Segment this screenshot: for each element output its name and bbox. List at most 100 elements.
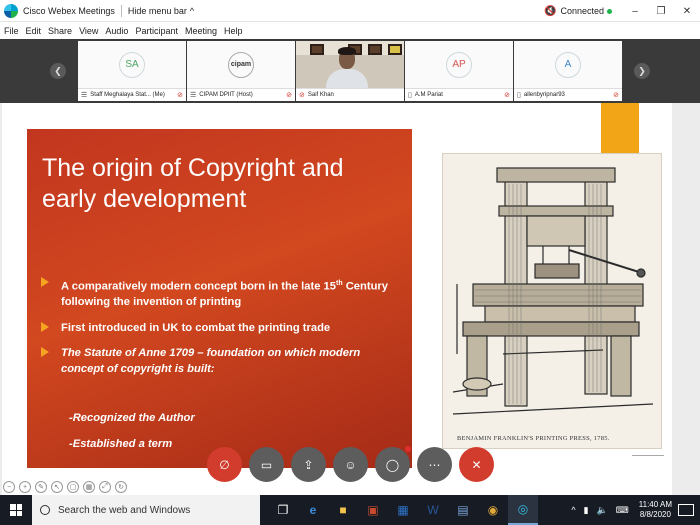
rotate-icon[interactable]: ↻ [115,481,127,493]
calculator-icon[interactable]: ▦ [388,495,418,525]
menu-file[interactable]: File [4,26,19,36]
bullet-text: The Statute of Anne 1709 – foundation on… [61,347,361,375]
mic-muted-icon: ⊘ [177,92,183,99]
participant-strip: ❮ SA ☰ Staff Meghalaya Stat... (Me) ⊘ cipa… [0,39,700,103]
title-separator [120,4,122,17]
keyboard-icon[interactable]: ⌨ [616,505,629,516]
chevron-up-icon[interactable]: ^ [571,505,575,515]
chevron-left-icon: ❮ [54,65,62,76]
slide-bullet: A comparatively modern concept born in t… [41,276,391,311]
bullet-text: First introduced in UK to combat the pri… [61,321,331,334]
participant-name: CIPAM DPIIT (Host) [199,92,253,98]
share-icon: ⇪ [303,457,314,472]
clock[interactable]: 11:40 AM 8/8/2020 [639,500,672,520]
slide-bullet: First introduced in UK to combat the pri… [41,321,391,337]
menu-share[interactable]: Share [48,26,72,36]
participant-tile[interactable]: A ▯ allenbyripnar93 ⊘ [514,41,622,101]
participant-name: A.M Pariat [414,92,443,98]
connection-status: Connected [560,6,604,16]
chevron-right-icon: ❯ [638,65,646,76]
participant-video-tile[interactable]: ⊘ Saif Khan [296,41,404,101]
menu-participant[interactable]: Participant [135,26,178,36]
chat-notification-badge [405,446,411,452]
shared-content-area: The origin of Copyright and early develo… [0,103,700,495]
phone-icon: ▯ [408,92,412,99]
menu-help[interactable]: Help [224,26,243,36]
sub-point: -Recognized the Author [69,412,195,424]
task-view-icon[interactable]: ❐ [268,495,298,525]
mic-muted-icon: ⊘ [286,92,292,99]
fullscreen-icon[interactable]: ⤢ [99,481,111,493]
zoom-in-icon[interactable]: + [19,481,31,493]
unmute-button[interactable]: ∅ [207,447,242,482]
search-icon [40,505,50,515]
participant-tile[interactable]: cipam ☰ CIPAM DPIIT (Host) ⊘ [187,41,295,101]
start-video-button[interactable]: ▭ [249,447,284,482]
microphone-muted-icon: 🔇 [544,5,557,17]
chevron-up-icon: ^ [189,5,195,16]
system-tray: ^ ▮ 🔈 ⌨ 11:40 AM 8/8/2020 [567,495,700,525]
menu-bar: File Edit Share View Audio Participant M… [0,22,700,39]
photos-icon[interactable]: ▤ [448,495,478,525]
hide-menu-bar-button[interactable]: Hide menu bar ^ [128,6,194,16]
strip-next-button[interactable]: ❯ [634,63,650,79]
clock-time: 11:40 AM [638,500,672,509]
participant-name: Staff Meghalaya Stat... (Me) [90,92,165,98]
participant-tile[interactable]: AP ▯ A.M Pariat ⊘ [405,41,513,101]
webex-logo-icon [4,3,18,18]
chrome-icon[interactable]: ◉ [478,495,508,525]
bullet-arrow-icon [41,347,49,358]
clock-date: 8/8/2020 [639,510,671,519]
bullet-superscript: th [336,280,343,287]
strip-prev-button[interactable]: ❮ [50,63,66,79]
menu-view[interactable]: View [79,26,98,36]
network-icon[interactable]: ▮ [584,505,589,516]
restore-button[interactable]: ❐ [648,6,674,17]
volume-icon[interactable]: 🔈 [597,505,608,516]
menu-edit[interactable]: Edit [26,26,42,36]
chat-button[interactable]: ◯ [375,446,411,482]
presentation-slide: The origin of Copyright and early develo… [2,103,672,495]
bullet-arrow-icon [41,321,49,332]
menu-meeting[interactable]: Meeting [185,26,217,36]
menu-audio[interactable]: Audio [105,26,128,36]
grid-icon[interactable]: ▦ [83,481,95,493]
zoom-out-icon[interactable]: − [3,481,15,493]
webex-taskbar-icon[interactable]: ◎ [508,495,538,525]
minimize-button[interactable]: – [622,6,648,17]
search-placeholder: Search the web and Windows [58,504,191,516]
share-content-button[interactable]: ⇪ [291,447,326,482]
slide-title: The origin of Copyright and early develo… [42,154,344,213]
avatar: AP [446,51,472,78]
leave-meeting-button[interactable]: ✕ [459,447,494,482]
participant-name: allenbyripnar93 [523,92,565,98]
edge-browser-icon[interactable]: e [298,495,328,525]
video-camera-off-icon: ▭ [260,457,273,472]
participant-tile[interactable]: SA ☰ Staff Meghalaya Stat... (Me) ⊘ [78,41,186,101]
annotation-tools: − + ✎ ↖ ▢ ▦ ⤢ ↻ [3,481,127,493]
fit-icon[interactable]: ▢ [67,481,79,493]
file-explorer-icon[interactable]: ■ [328,495,358,525]
phone-icon: ▯ [517,92,521,99]
powerpoint-icon[interactable]: ▣ [358,495,388,525]
connected-indicator-icon [607,8,612,14]
annotate-icon[interactable]: ✎ [35,481,47,493]
taskbar-search[interactable]: Search the web and Windows [32,495,260,525]
mic-muted-icon: ⊘ [504,92,510,99]
action-center-icon[interactable] [678,504,694,516]
person-icon: ☺ [344,457,357,472]
close-icon: ✕ [471,457,482,472]
more-dots-icon: ⋯ [428,457,441,472]
participants-button[interactable]: ☺ [333,447,368,482]
start-button[interactable] [0,495,32,525]
mic-muted-icon: ⊘ [613,92,619,99]
chat-bubble-icon: ◯ [385,457,400,472]
participant-video [296,41,404,88]
close-window-button[interactable]: ✕ [674,6,700,17]
printing-press-drawing [452,167,654,415]
pointer-icon[interactable]: ↖ [51,481,63,493]
word-icon[interactable]: W [418,495,448,525]
bullet-text: A comparatively modern concept born in t… [61,280,336,293]
slide-bullet: The Statute of Anne 1709 – foundation on… [41,346,391,377]
more-options-button[interactable]: ⋯ [417,447,452,482]
